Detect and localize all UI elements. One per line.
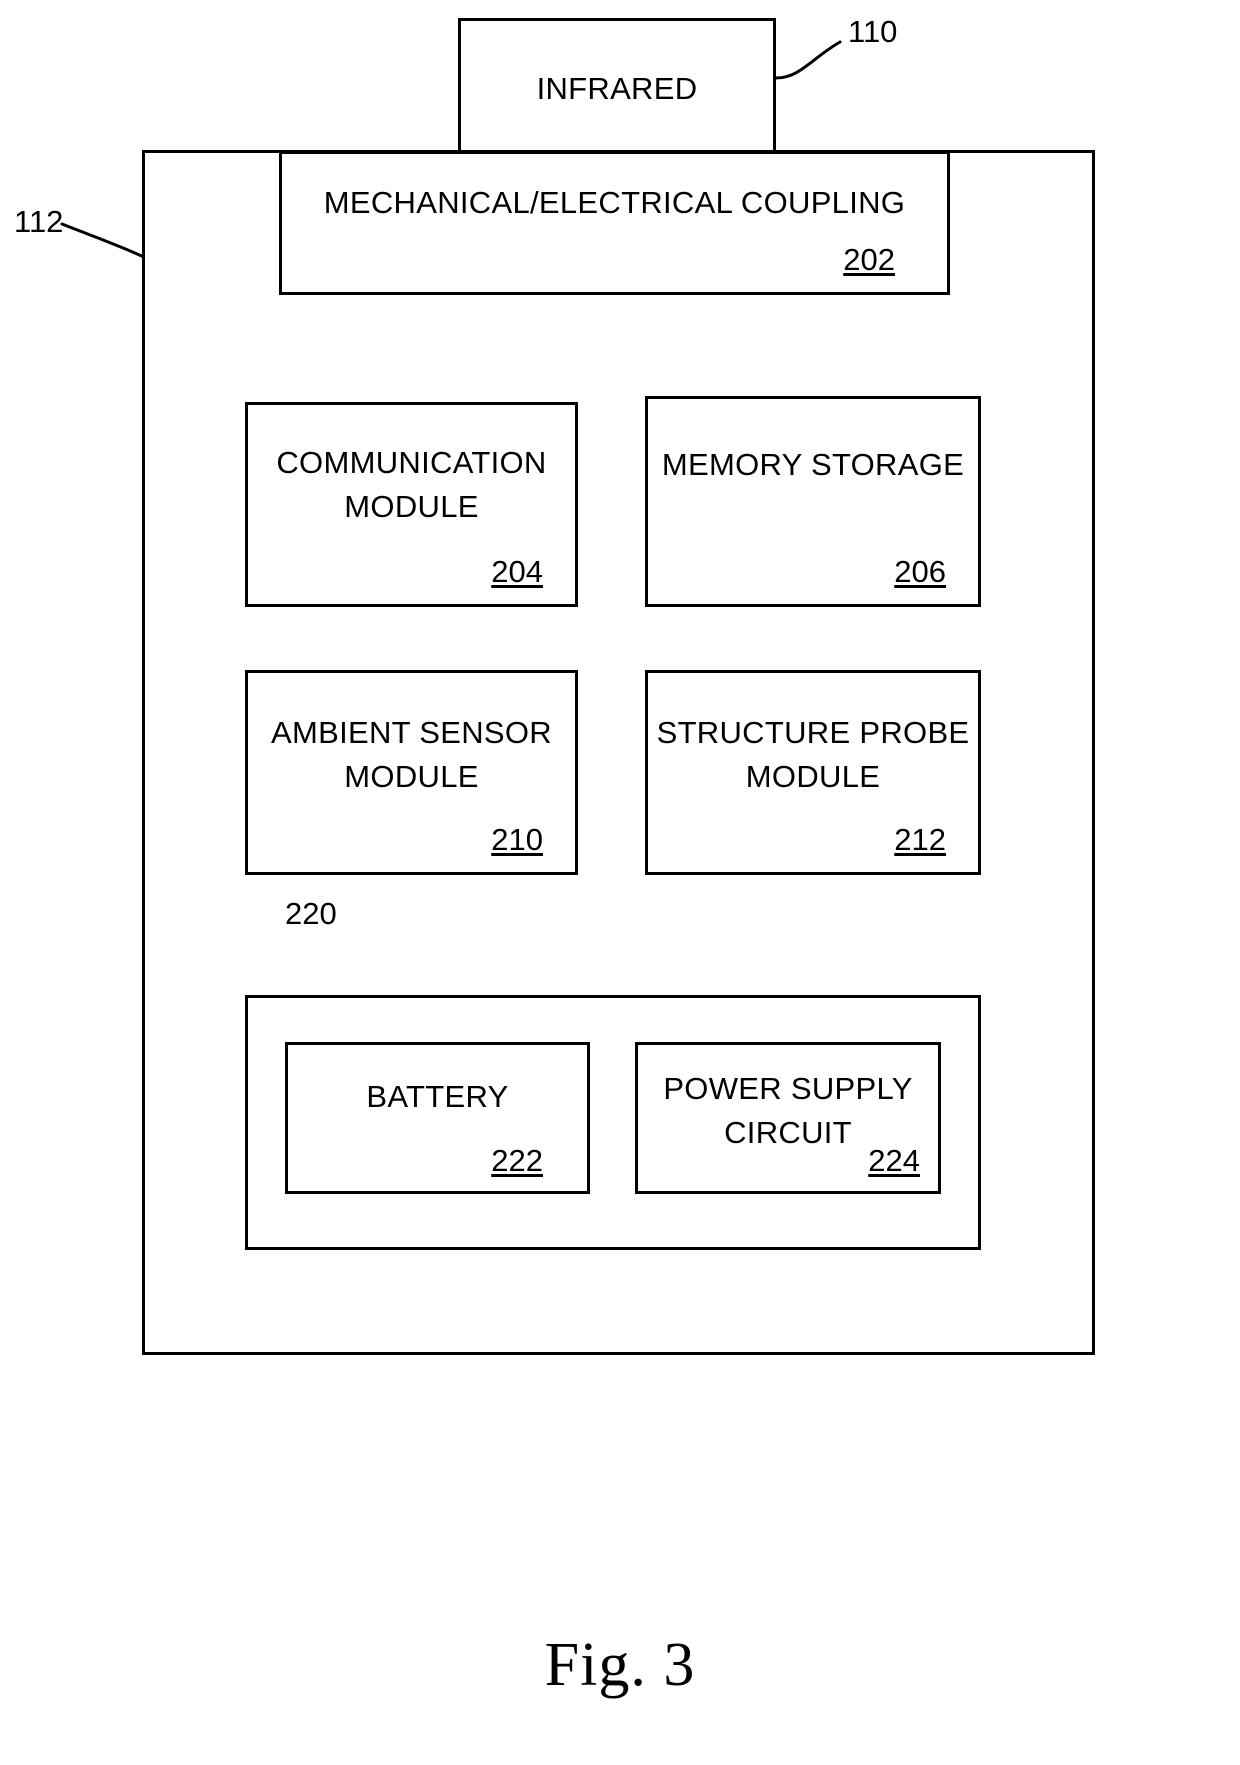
structure-probe-module-block: STRUCTURE PROBE MODULE 212 bbox=[645, 670, 981, 875]
ambient-sensor-module-label: AMBIENT SENSOR MODULE bbox=[271, 715, 552, 795]
reference-numeral-212: 212 bbox=[894, 822, 946, 857]
reference-numeral-206: 206 bbox=[894, 554, 946, 589]
reference-numeral-204: 204 bbox=[491, 554, 543, 589]
communication-module-block: COMMUNICATION MODULE 204 bbox=[245, 402, 578, 607]
reference-numeral-110: 110 bbox=[848, 14, 898, 49]
infrared-block: INFRARED bbox=[458, 18, 776, 154]
patent-figure: INFRARED MECHANICAL/ELECTRICAL COUPLING … bbox=[0, 0, 1240, 1765]
structure-probe-module-label: STRUCTURE PROBE MODULE bbox=[656, 715, 970, 795]
mechanical-electrical-coupling-block: MECHANICAL/ELECTRICAL COUPLING 202 bbox=[279, 151, 950, 295]
battery-label: BATTERY bbox=[366, 1079, 509, 1114]
communication-module-label: COMMUNICATION MODULE bbox=[276, 445, 547, 525]
mechanical-electrical-coupling-label: MECHANICAL/ELECTRICAL COUPLING bbox=[323, 185, 906, 220]
leader-line-110 bbox=[774, 40, 842, 80]
reference-numeral-220: 220 bbox=[285, 896, 337, 931]
reference-numeral-224: 224 bbox=[868, 1143, 920, 1178]
reference-numeral-202: 202 bbox=[843, 242, 895, 277]
ambient-sensor-module-block: AMBIENT SENSOR MODULE 210 bbox=[245, 670, 578, 875]
reference-numeral-210: 210 bbox=[491, 822, 543, 857]
battery-block: BATTERY 222 bbox=[285, 1042, 590, 1194]
power-supply-circuit-block: POWER SUPPLY CIRCUIT 224 bbox=[635, 1042, 941, 1194]
infrared-block-label: INFRARED bbox=[536, 71, 698, 106]
memory-storage-block: MEMORY STORAGE 206 bbox=[645, 396, 981, 607]
memory-storage-label: MEMORY STORAGE bbox=[661, 447, 965, 482]
reference-numeral-222: 222 bbox=[491, 1143, 543, 1178]
reference-numeral-112: 112 bbox=[14, 204, 64, 239]
figure-caption: Fig. 3 bbox=[544, 1631, 696, 1699]
power-supply-circuit-label: POWER SUPPLY CIRCUIT bbox=[663, 1071, 913, 1151]
leader-line-112 bbox=[60, 222, 148, 260]
